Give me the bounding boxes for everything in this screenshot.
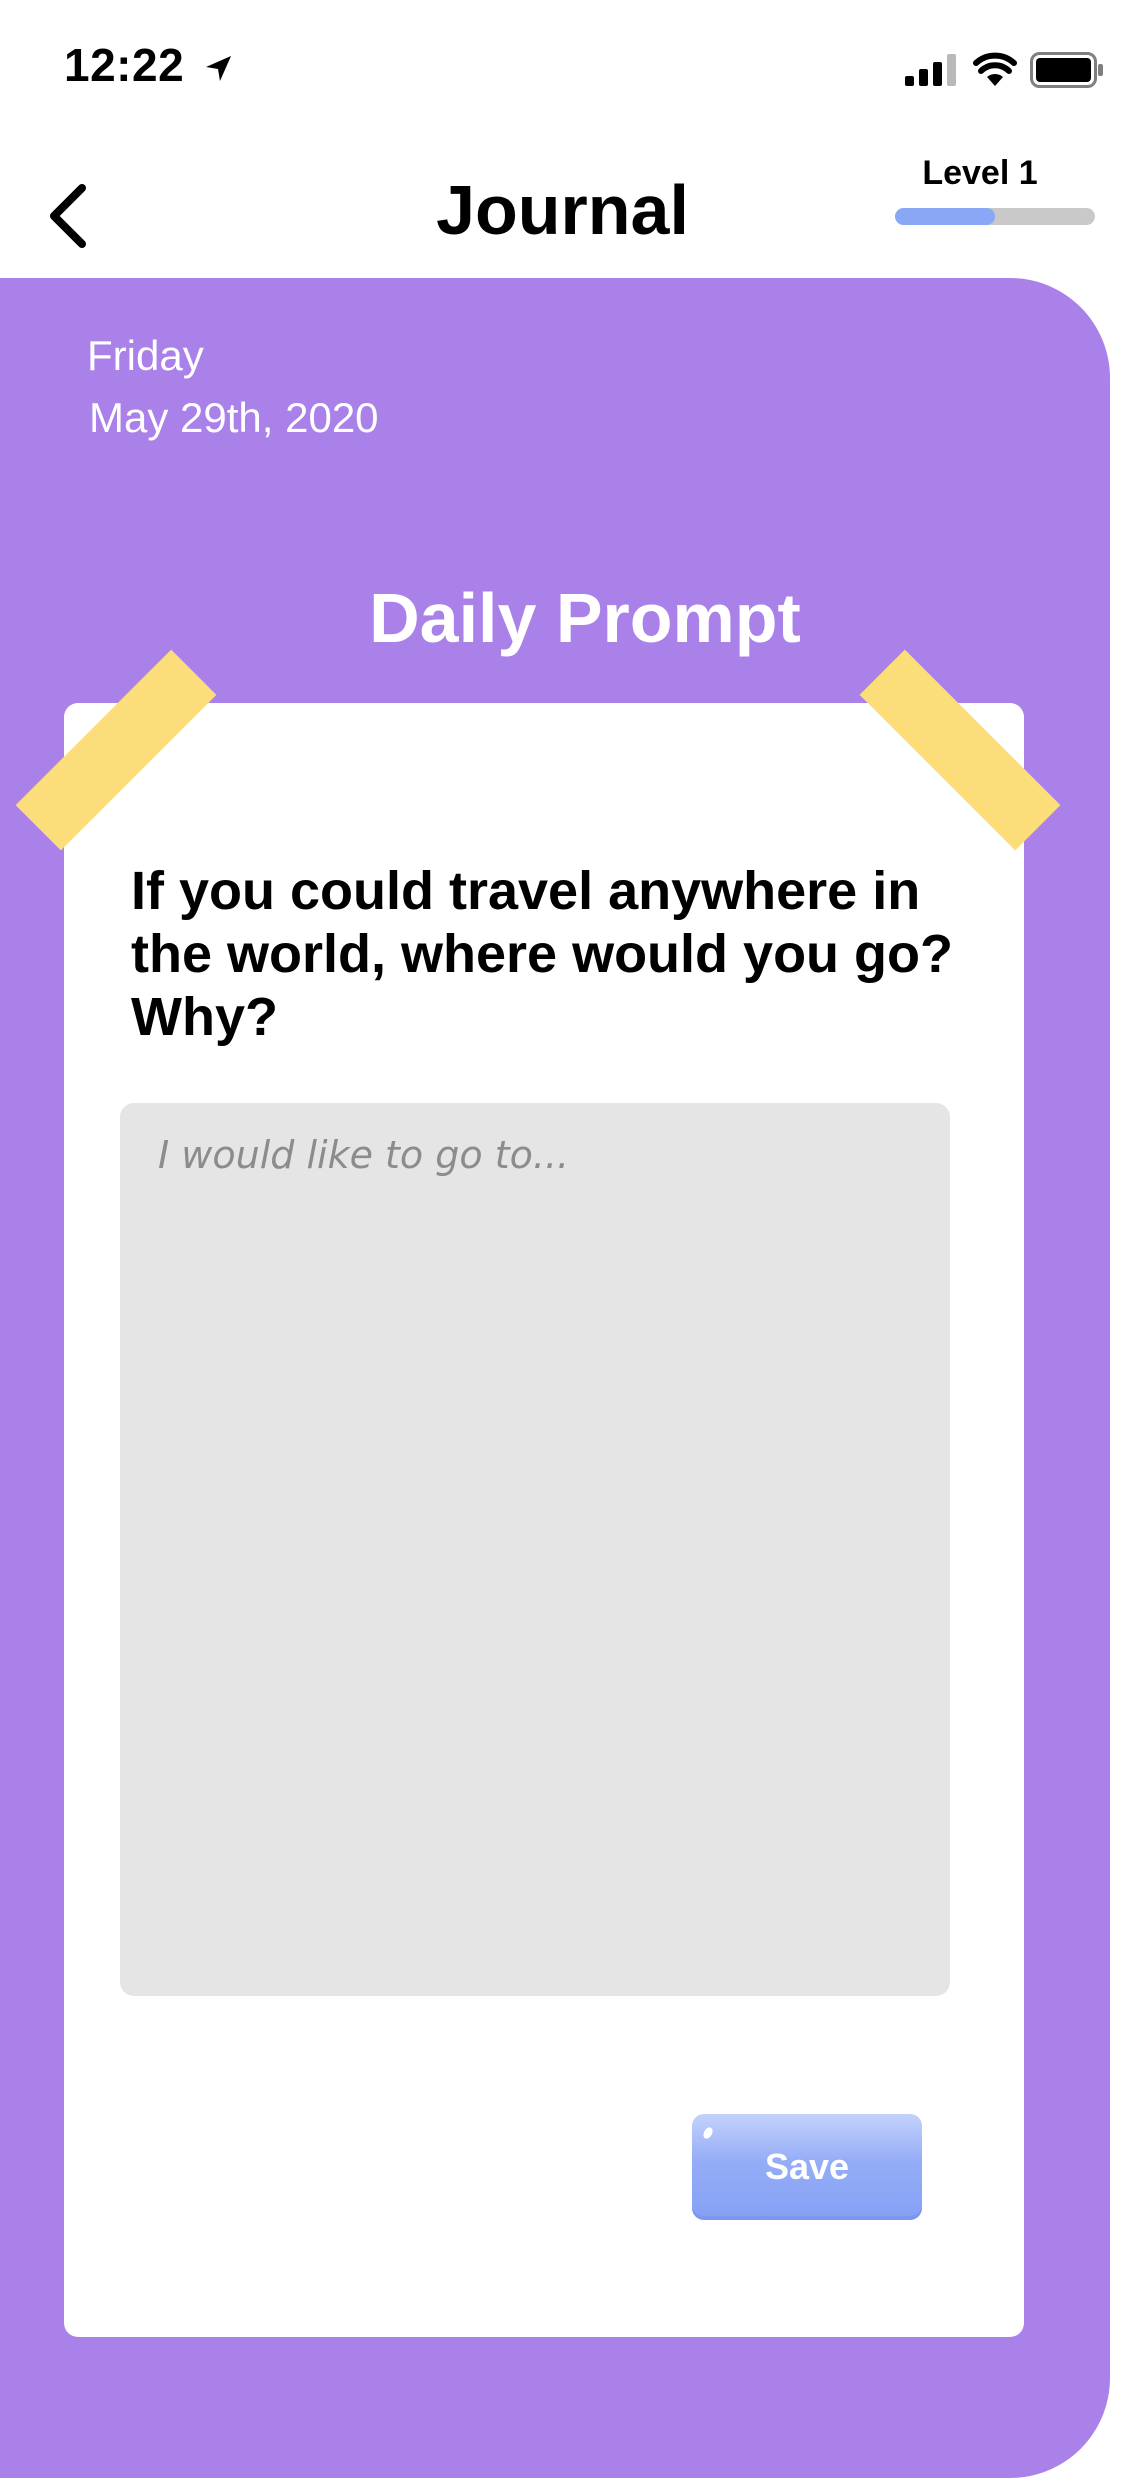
level-label: Level 1	[922, 154, 1038, 192]
level-progress-bar	[895, 208, 1095, 225]
entry-day: Friday	[87, 332, 204, 379]
cellular-signal-icon	[905, 54, 956, 86]
wifi-icon	[973, 52, 1017, 86]
location-arrow-icon	[206, 56, 231, 81]
prompt-question: If you could travel anywhere in the worl…	[131, 861, 953, 1047]
entry-date: May 29th, 2020	[89, 394, 379, 441]
status-bar: 12:22	[0, 0, 1125, 132]
save-button[interactable]: Save	[692, 2114, 922, 2220]
status-time: 12:22	[64, 39, 185, 91]
level-progress-fill	[895, 208, 995, 225]
answer-field[interactable]	[120, 1103, 950, 1996]
prompt-heading: Daily Prompt	[369, 579, 801, 657]
battery-icon	[1030, 52, 1103, 88]
